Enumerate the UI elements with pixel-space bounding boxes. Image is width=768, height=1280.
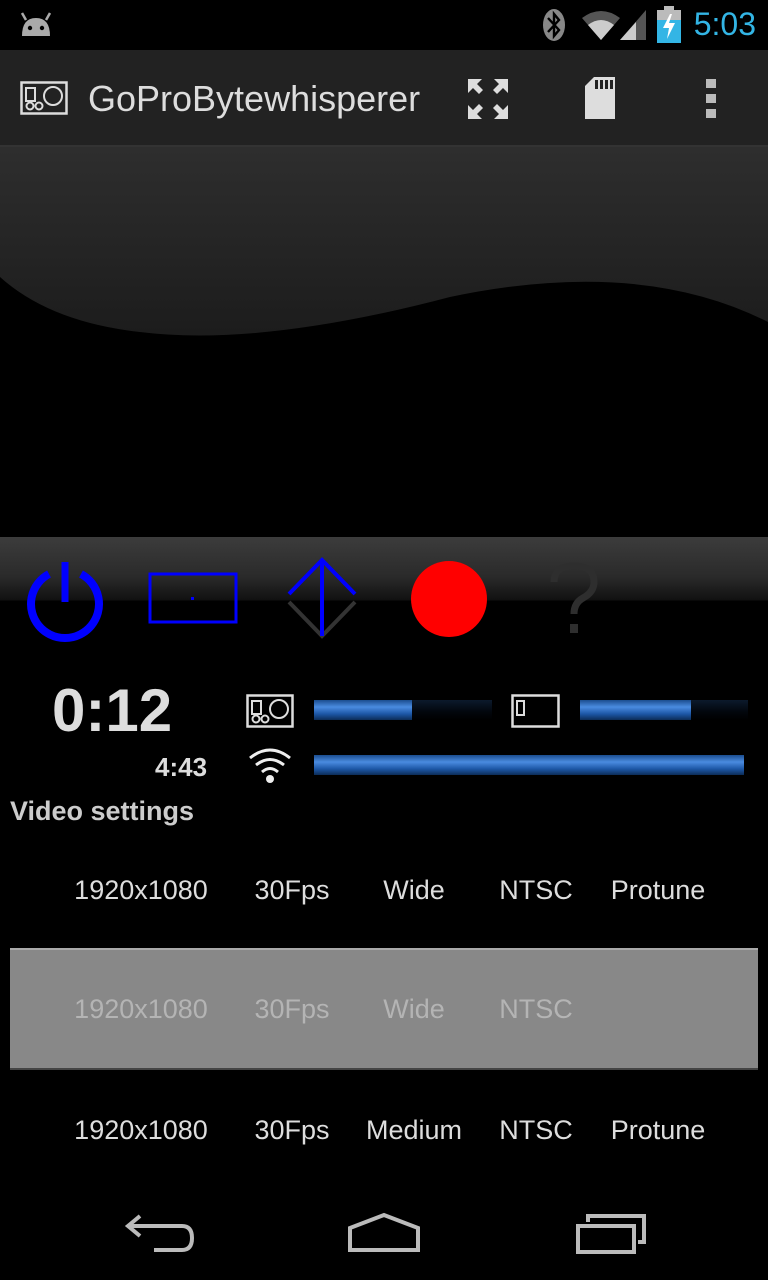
wifi-signal-fill [314, 755, 744, 775]
action-bar: GoProBytewhisperer [0, 50, 768, 147]
preview-wave-background [0, 147, 768, 336]
overflow-menu-icon[interactable] [704, 78, 718, 120]
resolution-cell: 1920x1080 [74, 1115, 208, 1145]
mode-icon[interactable] [148, 572, 238, 626]
fov-cell: Wide [383, 875, 445, 905]
video-settings-row-selected[interactable]: 1920x1080 30Fps Wide NTSC [10, 948, 758, 1070]
camera-battery-fill [314, 700, 412, 720]
resolution-cell: 1920x1080 [74, 875, 208, 905]
video-settings-title: Video settings [10, 796, 195, 826]
sd-card-icon[interactable] [584, 76, 616, 120]
remote-battery-bar [580, 700, 748, 720]
camera-battery-bar [314, 700, 492, 720]
fullscreen-icon[interactable] [466, 77, 510, 121]
fov-cell: Wide [383, 994, 445, 1024]
video-settings-row[interactable]: 1920x1080 30Fps Medium NTSC Protune [10, 1071, 758, 1189]
protune-cell [598, 950, 718, 1068]
protune-cell: Protune [610, 1115, 706, 1145]
android-icon [20, 12, 52, 36]
remaining-time: 4:43 [155, 752, 208, 782]
recent-apps-icon[interactable] [574, 1214, 646, 1254]
fps-cell: 30Fps [254, 994, 330, 1024]
resolution-cell: 1920x1080 [74, 994, 208, 1024]
camera-preview[interactable] [0, 147, 768, 537]
controls-strip [0, 537, 768, 677]
remote-battery-fill [580, 700, 691, 720]
format-cell: NTSC [499, 1115, 573, 1145]
power-icon[interactable] [24, 560, 106, 642]
up-down-icon[interactable] [286, 556, 358, 640]
status-bar: 5:03 [0, 0, 768, 50]
format-cell: NTSC [499, 875, 573, 905]
app-title: GoProBytewhisperer [88, 78, 421, 119]
camera-battery-icon [246, 694, 294, 728]
wifi-icon [582, 11, 620, 40]
protune-cell: Protune [610, 875, 706, 905]
elapsed-time: 0:12 [52, 677, 173, 744]
wifi-signal-icon [249, 748, 291, 783]
record-icon[interactable] [410, 560, 488, 638]
back-icon[interactable] [124, 1214, 196, 1254]
help-icon[interactable] [548, 562, 600, 638]
video-settings-row[interactable]: 1920x1080 30Fps Wide NTSC Protune [10, 831, 758, 949]
wifi-signal-bar [314, 755, 744, 775]
fov-cell: Medium [365, 1115, 463, 1145]
clock: 5:03 [693, 6, 756, 42]
battery-charging-icon [657, 6, 681, 43]
gopro-camera-icon[interactable] [20, 81, 68, 115]
signal-icon [620, 10, 646, 40]
bluetooth-icon [543, 9, 565, 41]
fps-cell: 30Fps [254, 1115, 330, 1145]
navigation-bar [0, 1190, 768, 1280]
format-cell: NTSC [499, 994, 573, 1024]
home-icon[interactable] [346, 1212, 422, 1254]
remote-battery-icon [511, 694, 560, 728]
fps-cell: 30Fps [254, 875, 330, 905]
